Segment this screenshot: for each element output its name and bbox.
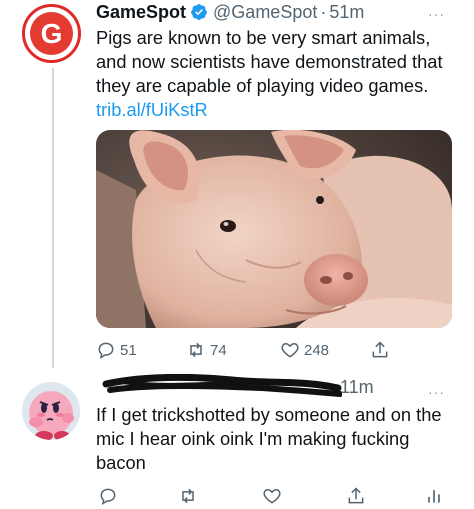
reply-icon [100,488,116,506]
reply-count: 51 [120,341,137,359]
share-button[interactable] [370,340,390,360]
analytics-icon [428,490,440,503]
redacted-username-scribble [102,374,342,397]
avatar-kirby[interactable] [22,382,80,440]
share-icon [372,341,388,358]
like-count: 248 [304,341,330,359]
display-name[interactable]: GameSpot [96,2,186,23]
avatar-gamespot[interactable]: G [22,4,81,63]
analytics-button[interactable] [424,486,444,506]
more-icon[interactable]: ··· [428,6,445,22]
gamespot-logo: G [30,12,73,55]
tweet-text: Pigs are known to be very smart animals,… [96,26,456,122]
handle[interactable]: @GameSpot [213,2,317,23]
thread-connector-line [52,68,54,368]
reply-button[interactable]: 51 [96,340,137,360]
pig-photo [96,130,452,328]
tweet-gamespot[interactable]: G GameSpot @GameSpot · 51m ··· Pigs are … [0,0,474,368]
kirby-avatar-image [22,382,80,440]
like-button[interactable]: 248 [280,340,329,360]
retweet-button[interactable] [178,486,198,506]
tweet-header: GameSpot @GameSpot · 51m [96,1,364,23]
share-icon [348,487,364,504]
tweet-image-pig[interactable] [96,130,452,328]
retweet-button[interactable]: 74 [186,340,227,360]
timestamp[interactable]: 11m [340,377,374,398]
tweet-body: Pigs are known to be very smart animals,… [96,27,443,96]
retweet-icon [190,342,202,358]
like-button[interactable] [262,486,282,506]
retweet-count: 74 [210,341,227,359]
separator-dot: · [320,1,327,22]
reply-icon [98,342,114,360]
share-button[interactable] [346,486,366,506]
more-icon[interactable]: ··· [428,384,445,400]
retweet-icon [182,488,194,504]
reply-button[interactable] [98,486,118,506]
like-icon [281,342,299,358]
tweet-link[interactable]: trib.al/fUiKstR [96,99,208,120]
tweet-text: If I get trickshotted by someone and on … [96,404,442,473]
timestamp[interactable]: 51m [329,2,364,23]
tweet-reply[interactable]: 11m ··· If I get trickshotted by someone… [0,368,474,509]
like-icon [263,488,281,504]
verified-badge-icon [191,4,207,20]
